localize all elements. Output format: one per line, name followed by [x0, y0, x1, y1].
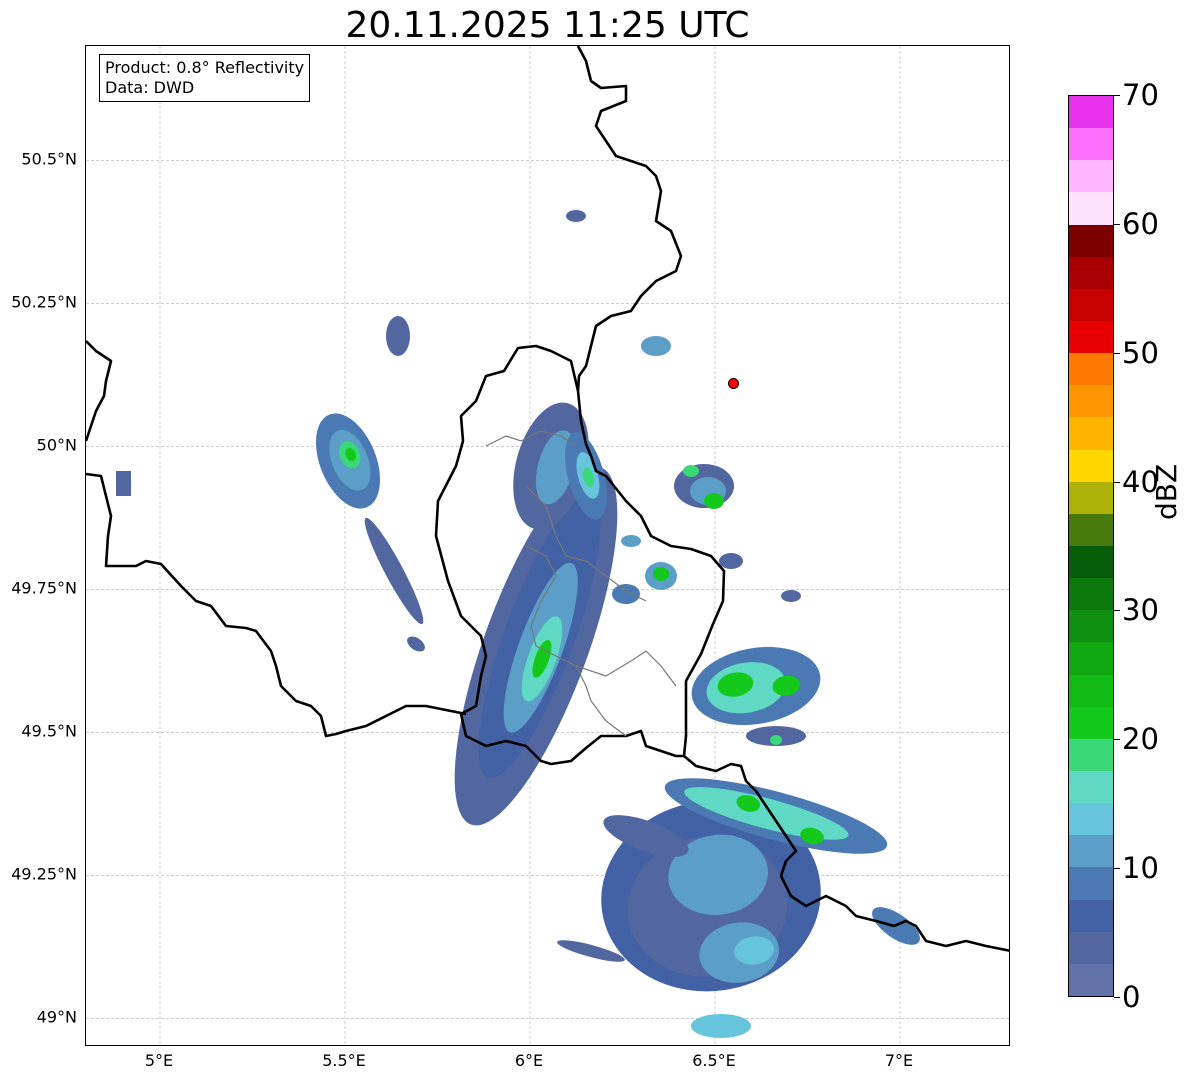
- radar-site-marker[interactable]: [728, 377, 739, 389]
- echo-band-west-tail: [364, 517, 424, 625]
- echo-cell-core: [653, 567, 669, 581]
- lon-tick-label: 7°E: [884, 1051, 914, 1070]
- data-source-label: Data: DWD: [105, 78, 195, 97]
- colorbar-swatch: [1069, 96, 1113, 129]
- echo-speck: [621, 535, 641, 547]
- colorbar-tick-label: 50: [1122, 335, 1159, 370]
- lon-tick-label: 6°E: [514, 1051, 544, 1070]
- colorbar-swatch: [1069, 288, 1113, 321]
- colorbar-swatch: [1069, 481, 1113, 514]
- colorbar-swatch: [1069, 256, 1113, 289]
- precipitation-echoes: [116, 210, 920, 1038]
- map-title: 20.11.2025 11:25 UTC: [345, 5, 750, 46]
- colorbar-tick-label: 30: [1122, 593, 1159, 628]
- colorbar-swatch: [1069, 867, 1113, 900]
- colorbar-swatch: [1069, 642, 1113, 675]
- colorbar-swatch: [1069, 835, 1113, 868]
- echo-speck: [386, 316, 410, 356]
- colorbar-swatch: [1069, 610, 1113, 643]
- lon-tick-label: 5.5°E: [322, 1051, 366, 1070]
- lat-tick-label: 49.25°N: [11, 864, 77, 884]
- colorbar-swatch: [1069, 353, 1113, 386]
- lon-tick-label: 6.5°E: [692, 1051, 736, 1070]
- colorbar-swatch: [1069, 449, 1113, 482]
- colorbar-swatch: [1069, 160, 1113, 193]
- colorbar-tick-mark: [1114, 95, 1120, 96]
- echo-speck: [566, 210, 586, 222]
- echo-speck: [719, 553, 743, 569]
- colorbar-swatch: [1069, 320, 1113, 354]
- colorbar-swatch: [1069, 963, 1113, 996]
- colorbar-tick-mark: [1114, 739, 1120, 741]
- colorbar-swatch: [1069, 385, 1113, 418]
- colorbar-tick-label: 10: [1122, 851, 1159, 886]
- radar-map[interactable]: Product: 0.8° Reflectivity Data: DWD: [85, 45, 1010, 1046]
- colorbar-swatch: [1069, 545, 1113, 579]
- colorbar-tick-label: 70: [1122, 78, 1159, 112]
- lon-tick-label: 5°E: [144, 1051, 174, 1070]
- colorbar-tick-mark: [1114, 223, 1120, 225]
- radar-map-canvas: [86, 46, 1009, 1045]
- echo-cluster-east: [691, 646, 821, 726]
- colorbar-swatch: [1069, 738, 1113, 771]
- colorbar-tick-label: 20: [1122, 722, 1159, 757]
- lat-tick-label: 49°N: [36, 1007, 77, 1027]
- colorbar-swatch: [1069, 417, 1113, 450]
- colorbar-swatch: [1069, 224, 1113, 257]
- colorbar-swatch: [1069, 706, 1113, 739]
- lat-tick-label: 49.75°N: [11, 578, 77, 598]
- colorbar-tick-label: 60: [1122, 206, 1159, 241]
- echo-speck: [691, 1014, 751, 1038]
- lat-tick-label: 50°N: [36, 435, 77, 455]
- colorbar-swatch: [1069, 578, 1113, 611]
- echo-speck: [770, 735, 782, 745]
- colorbar-swatch: [1069, 192, 1113, 225]
- product-info-box: Product: 0.8° Reflectivity Data: DWD: [99, 54, 311, 102]
- echo-cell-northeast: [674, 464, 734, 509]
- colorbar-tick-mark: [1114, 997, 1120, 998]
- colorbar-tick-mark: [1114, 868, 1120, 870]
- echo-speck: [407, 636, 425, 652]
- lat-tick-label: 49.5°N: [21, 721, 77, 741]
- colorbar-tick-mark: [1114, 352, 1120, 354]
- colorbar-swatch: [1069, 899, 1113, 932]
- echo-speck: [781, 590, 801, 602]
- product-label: Product: 0.8° Reflectivity: [105, 58, 305, 77]
- lat-tick-label: 50.25°N: [11, 292, 77, 312]
- colorbar: [1068, 95, 1114, 997]
- colorbar-swatch: [1069, 770, 1113, 804]
- colorbar-label: dBZ: [1150, 463, 1183, 520]
- echo-speck: [641, 336, 671, 356]
- colorbar-swatch: [1069, 513, 1113, 546]
- lat-tick-label: 50.5°N: [21, 149, 77, 169]
- colorbar-swatch: [1069, 674, 1113, 707]
- colorbar-swatch: [1069, 128, 1113, 161]
- colorbar-tick-mark: [1114, 610, 1120, 612]
- echo-cluster-west: [315, 413, 381, 509]
- colorbar-tick-label: 0: [1122, 980, 1141, 1014]
- colorbar-tick-mark: [1114, 481, 1120, 483]
- colorbar-swatch: [1069, 803, 1113, 836]
- echo-speck: [612, 584, 640, 604]
- colorbar-swatch: [1069, 931, 1113, 964]
- echo-speck: [116, 471, 131, 496]
